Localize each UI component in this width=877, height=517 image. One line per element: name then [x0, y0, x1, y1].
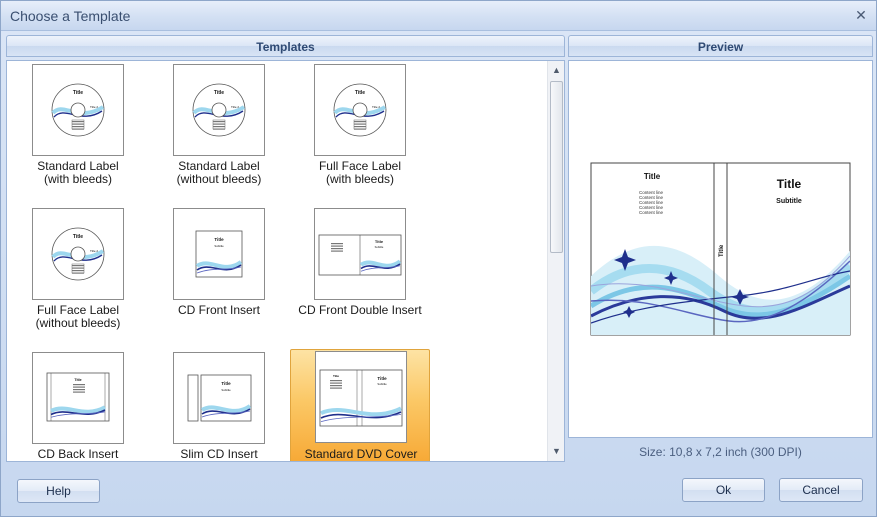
svg-text:Title: Title — [214, 90, 224, 96]
template-tile[interactable]: Title Subtitle CD Front Double Insert — [290, 207, 430, 321]
template-label: CD Front Insert — [177, 303, 261, 317]
template-label: CD Front Double Insert — [298, 303, 422, 317]
template-label: Slim CD Insert — [180, 447, 258, 461]
preview-spine-title: Title — [719, 244, 725, 257]
svg-text:Title 2: Title 2 — [90, 249, 98, 253]
template-thumbnail: Title Title 2 — [173, 64, 265, 156]
close-icon[interactable]: ✕ — [852, 6, 870, 24]
template-thumbnail: Title Title 2 — [32, 64, 124, 156]
ok-button[interactable]: Ok — [682, 478, 765, 502]
template-tile[interactable]: Title Title 2 Full Face Label (with bleeds… — [290, 63, 430, 186]
svg-text:Subtitle: Subtitle — [221, 388, 231, 392]
template-label: Full Face Label (without bleeds) — [35, 303, 121, 330]
template-label: Full Face Label (with bleeds) — [318, 159, 402, 186]
scroll-down-arrow-icon[interactable]: ▼ — [548, 443, 564, 460]
choose-template-dialog: Choose a Template ✕ Templates Preview Ti… — [0, 0, 877, 517]
template-tile[interactable]: Title CD Back Insert — [8, 351, 148, 461]
svg-text:Title 2: Title 2 — [90, 105, 98, 109]
preview-header: Preview — [568, 35, 873, 57]
template-tile[interactable]: Title Subtitle CD Front Insert — [149, 207, 289, 321]
preview-content-line: Content line — [639, 210, 664, 215]
scroll-up-arrow-icon[interactable]: ▲ — [548, 62, 564, 79]
template-tile[interactable]: Title Title 2 Full Face Label (without ble… — [8, 207, 148, 330]
svg-text:Title: Title — [74, 378, 81, 382]
template-thumbnail: Title Title Subtitle — [315, 351, 407, 443]
svg-text:Title 2: Title 2 — [372, 105, 380, 109]
scrollbar-thumb[interactable] — [550, 81, 563, 253]
templates-scrollbar[interactable]: ▲ ▼ — [547, 61, 564, 461]
template-label: Standard DVD Cover — [304, 447, 418, 461]
svg-text:Subtitle: Subtitle — [375, 245, 384, 249]
template-tile[interactable]: Title Title Subtitle Standard DVD Cover — [290, 349, 430, 461]
svg-text:Title: Title — [355, 90, 365, 96]
preview-front-title: Title — [777, 177, 802, 191]
svg-text:Title: Title — [221, 381, 231, 386]
template-label: Standard Label (with bleeds) — [37, 159, 119, 186]
svg-text:Subtitle: Subtitle — [214, 244, 224, 248]
template-label: CD Back Insert — [37, 447, 119, 461]
svg-text:Title 2: Title 2 — [231, 105, 239, 109]
cancel-button[interactable]: Cancel — [779, 478, 863, 502]
template-tile[interactable]: Title Title 2 Standard Label (with bleeds) — [8, 63, 148, 186]
template-tile[interactable]: Title Title 2 Standard Label (without blee… — [149, 63, 289, 186]
template-preview: Title Content line Content line Content … — [568, 60, 873, 438]
template-thumbnail: Title Title 2 — [32, 208, 124, 300]
template-thumbnail: Title Subtitle — [314, 208, 406, 300]
template-thumbnail: Title Subtitle — [173, 208, 265, 300]
svg-text:Title: Title — [375, 239, 384, 244]
svg-text:Title: Title — [333, 374, 339, 378]
template-label: Standard Label (without bleeds) — [176, 159, 262, 186]
svg-text:Title: Title — [214, 237, 224, 242]
svg-text:Subtitle: Subtitle — [377, 382, 387, 386]
template-thumbnail: Title Subtitle — [173, 352, 265, 444]
template-size-label: Size: 10,8 x 7,2 inch (300 DPI) — [639, 445, 802, 459]
template-thumbnail: Title Title 2 — [314, 64, 406, 156]
dvd-cover-preview-image: Title Content line Content line Content … — [590, 162, 851, 336]
preview-front-subtitle: Subtitle — [776, 198, 802, 205]
svg-text:Title: Title — [377, 376, 387, 381]
preview-back-title: Title — [644, 172, 661, 181]
template-tile[interactable]: Title Subtitle Slim CD Insert — [149, 351, 289, 461]
title-bar: Choose a Template ✕ — [1, 1, 876, 31]
help-button[interactable]: Help — [17, 479, 100, 503]
svg-text:Title: Title — [73, 90, 83, 96]
templates-header: Templates — [6, 35, 565, 57]
template-thumbnail: Title — [32, 352, 124, 444]
svg-text:Title: Title — [73, 234, 83, 240]
templates-list: Title Title 2 Standard Label (with bleeds)… — [6, 60, 565, 462]
window-title: Choose a Template — [10, 8, 131, 24]
